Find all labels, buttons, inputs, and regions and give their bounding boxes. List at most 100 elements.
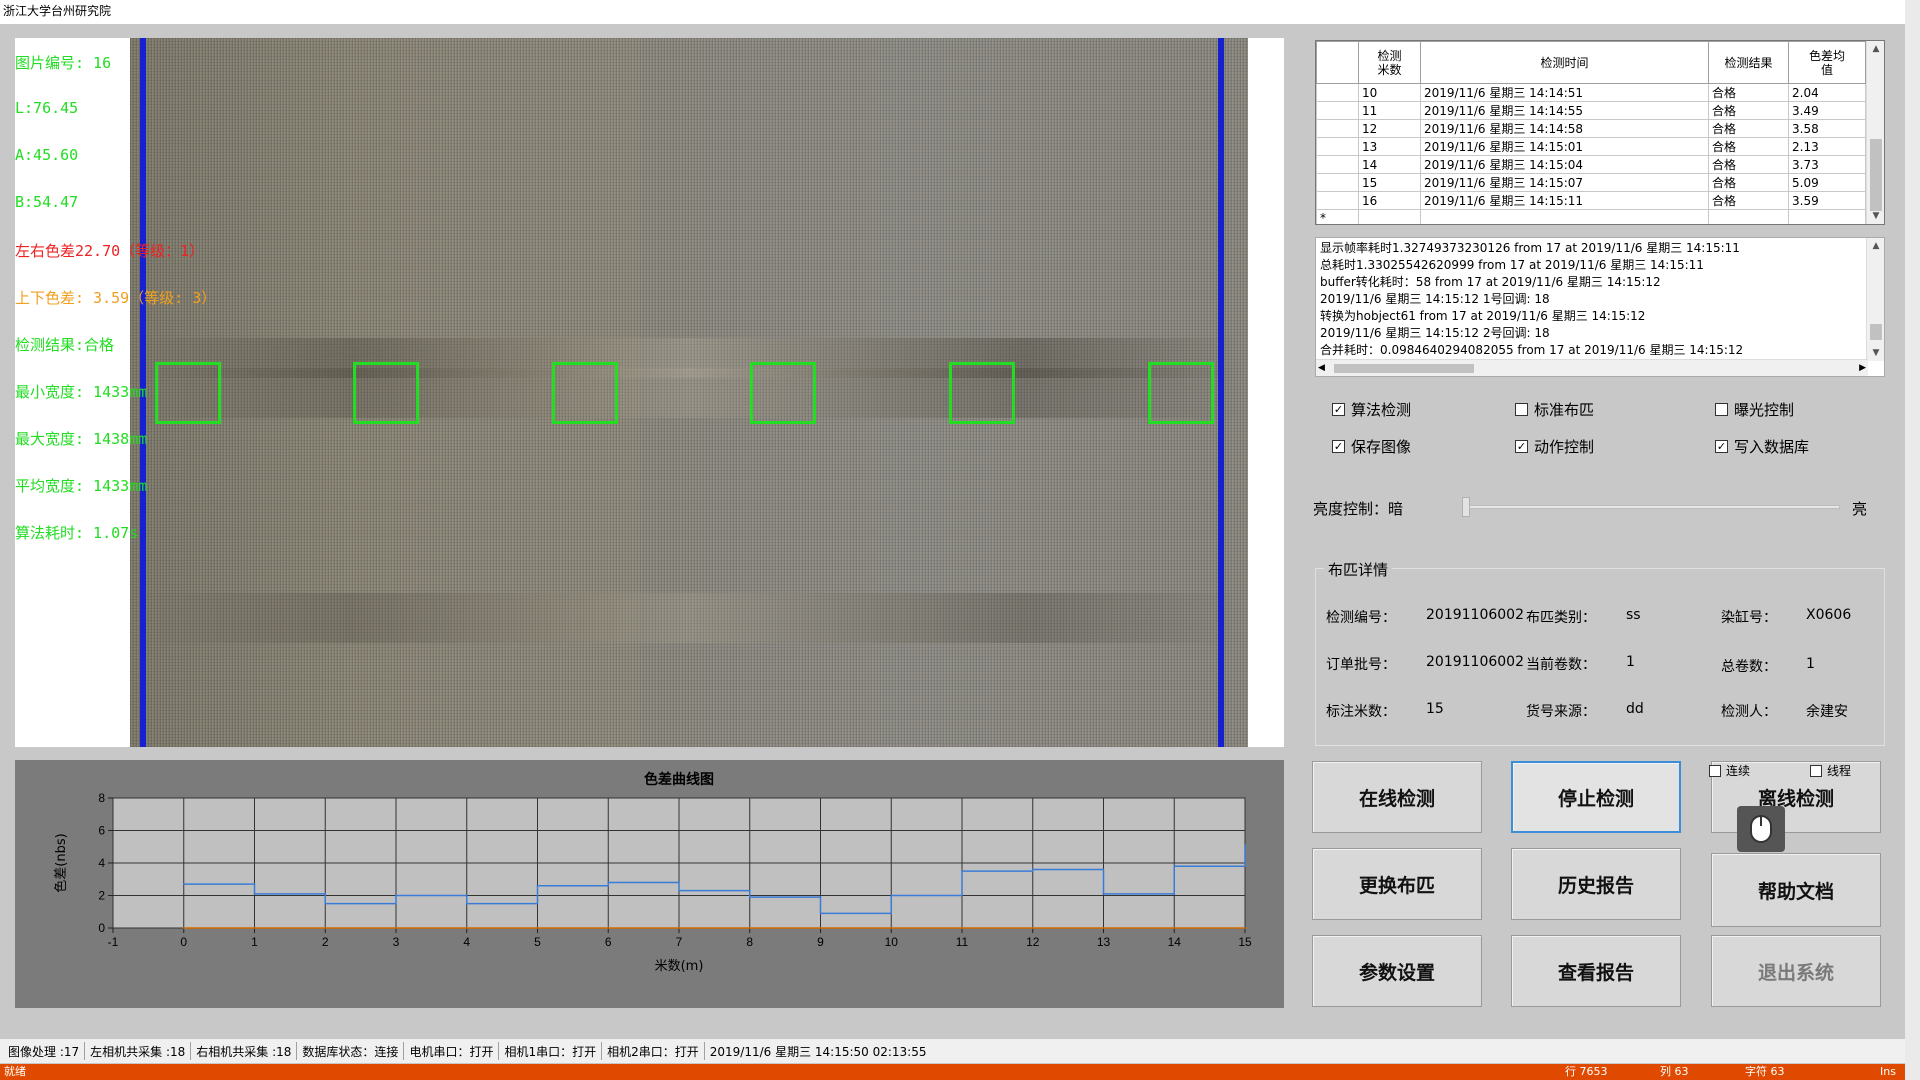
table-cell[interactable]: 2.04 — [1788, 83, 1866, 102]
checkbox-motion[interactable]: ✓ 动作控制 — [1515, 436, 1594, 457]
col-header-time[interactable]: 检测时间 — [1420, 41, 1709, 84]
row-header[interactable] — [1316, 137, 1359, 156]
online-detect-button[interactable]: 在线检测 — [1312, 761, 1482, 833]
table-cell[interactable]: 10 — [1358, 83, 1421, 102]
table-cell[interactable]: 合格 — [1708, 191, 1789, 210]
table-cell[interactable]: 12 — [1358, 119, 1421, 138]
checkbox-continuous[interactable]: 连续 — [1709, 762, 1750, 779]
checkbox-algo-detect[interactable]: ✓ 算法检测 — [1332, 399, 1411, 420]
table-cell[interactable]: 15 — [1358, 173, 1421, 192]
table-cell[interactable]: 13 — [1358, 137, 1421, 156]
scroll-left-icon[interactable]: ◀ — [1318, 360, 1325, 376]
status-item: 相机1串口：打开 — [504, 1044, 597, 1059]
scroll-up-icon[interactable]: ▲ — [1867, 41, 1884, 57]
checkbox-write-db[interactable]: ✓ 写入数据库 — [1715, 436, 1809, 457]
checkmark-icon[interactable]: ✓ — [1715, 440, 1728, 453]
change-cloth-button[interactable]: 更换布匹 — [1312, 848, 1482, 920]
row-header[interactable] — [1316, 119, 1359, 138]
col-header-result[interactable]: 检测结果 — [1708, 41, 1789, 84]
table-cell[interactable]: 3.58 — [1788, 119, 1866, 138]
table-row[interactable]: 13 2019/11/6 星期三 14:15:01 合格 2.13 — [1316, 137, 1866, 156]
data-point — [748, 896, 751, 898]
col-header-avg[interactable]: 色差均 值 — [1788, 41, 1866, 84]
detection-box — [949, 362, 1015, 424]
table-cell[interactable]: 11 — [1358, 101, 1421, 120]
checkbox-box[interactable] — [1715, 403, 1728, 416]
x-tick-label: 7 — [676, 935, 683, 949]
scroll-right-icon[interactable]: ▶ — [1859, 360, 1866, 376]
table-cell[interactable]: 2019/11/6 星期三 14:14:55 — [1420, 101, 1709, 120]
table-row[interactable]: 14 2019/11/6 星期三 14:15:04 合格 3.73 — [1316, 155, 1866, 174]
checkmark-icon[interactable]: ✓ — [1332, 440, 1345, 453]
col-header-meters[interactable]: 检测 米数 — [1358, 41, 1421, 84]
log-textbox[interactable]: 显示帧率耗时1.32749373230126 from 17 at 2019/1… — [1315, 237, 1885, 377]
row-header[interactable] — [1316, 191, 1359, 210]
table-cell[interactable]: 合格 — [1708, 83, 1789, 102]
table-cell[interactable]: 3.49 — [1788, 101, 1866, 120]
brightness-slider-track[interactable] — [1465, 505, 1840, 509]
scroll-down-icon[interactable]: ▼ — [1867, 345, 1884, 361]
table-row[interactable]: 10 2019/11/6 星期三 14:14:51 合格 2.04 — [1316, 83, 1866, 102]
table-row[interactable]: 11 2019/11/6 星期三 14:14:55 合格 3.49 — [1316, 101, 1866, 120]
checkbox-exposure[interactable]: 曝光控制 — [1715, 399, 1794, 420]
table-cell[interactable] — [1708, 209, 1789, 224]
table-cell[interactable]: 合格 — [1708, 101, 1789, 120]
grid-scrollbar[interactable]: ▲ ▼ — [1866, 41, 1884, 224]
table-cell[interactable]: 3.59 — [1788, 191, 1866, 210]
checkbox-box[interactable] — [1515, 403, 1528, 416]
table-cell[interactable] — [1358, 209, 1421, 224]
table-cell[interactable]: 2019/11/6 星期三 14:15:04 — [1420, 155, 1709, 174]
row-header[interactable] — [1316, 155, 1359, 174]
table-cell[interactable]: 16 — [1358, 191, 1421, 210]
row-header[interactable] — [1316, 101, 1359, 120]
table-cell[interactable] — [1420, 209, 1709, 224]
checkbox-save-image[interactable]: ✓ 保存图像 — [1332, 436, 1411, 457]
new-row[interactable]: * — [1316, 209, 1866, 224]
table-cell[interactable]: 2.13 — [1788, 137, 1866, 156]
stop-detect-button[interactable]: 停止检测 — [1511, 761, 1681, 833]
brightness-label: 亮度控制：暗 — [1313, 500, 1404, 518]
table-cell[interactable]: 合格 — [1708, 119, 1789, 138]
scroll-thumb[interactable] — [1870, 139, 1882, 211]
scroll-thumb[interactable] — [1870, 324, 1882, 340]
history-report-button[interactable]: 历史报告 — [1511, 848, 1681, 920]
detection-box — [552, 362, 618, 424]
overlay-line: L:76.45 — [15, 99, 79, 117]
table-cell[interactable]: 5.09 — [1788, 173, 1866, 192]
scroll-thumb[interactable] — [1334, 364, 1474, 373]
scroll-down-icon[interactable]: ▼ — [1867, 208, 1884, 224]
table-cell[interactable]: 合格 — [1708, 155, 1789, 174]
view-report-button[interactable]: 查看报告 — [1511, 935, 1681, 1007]
table-cell[interactable]: 2019/11/6 星期三 14:15:07 — [1420, 173, 1709, 192]
table-cell[interactable]: 2019/11/6 星期三 14:14:51 — [1420, 83, 1709, 102]
log-vscroll[interactable]: ▲ ▼ — [1866, 238, 1884, 361]
table-row[interactable]: 15 2019/11/6 星期三 14:15:07 合格 5.09 — [1316, 173, 1866, 192]
checkbox-std-cloth[interactable]: 标准布匹 — [1515, 399, 1594, 420]
scroll-up-icon[interactable]: ▲ — [1867, 238, 1884, 254]
checkbox-box[interactable] — [1810, 764, 1822, 777]
table-row[interactable]: 12 2019/11/6 星期三 14:14:58 合格 3.58 — [1316, 119, 1866, 138]
exit-system-button[interactable]: 退出系统 — [1711, 935, 1881, 1007]
table-cell[interactable]: 2019/11/6 星期三 14:15:11 — [1420, 191, 1709, 210]
table-cell[interactable]: 合格 — [1708, 173, 1789, 192]
table-cell[interactable] — [1788, 209, 1866, 224]
log-line: 转换为hobject61 from 17 at 2019/11/6 星期三 14… — [1320, 309, 1646, 323]
checkbox-box[interactable] — [1709, 764, 1721, 777]
checkbox-thread[interactable]: 线程 — [1810, 762, 1851, 779]
checkmark-icon[interactable]: ✓ — [1332, 403, 1345, 416]
result-grid[interactable]: 检测 米数 检测时间 检测结果 色差均 值 10 2019/11/6 星期三 14… — [1315, 40, 1885, 225]
table-cell[interactable]: 合格 — [1708, 137, 1789, 156]
brightness-slider-thumb[interactable] — [1462, 497, 1470, 517]
help-doc-button[interactable]: 帮助文档 — [1711, 853, 1881, 927]
table-row[interactable]: 16 2019/11/6 星期三 14:15:11 合格 3.59 — [1316, 191, 1866, 210]
checkmark-icon[interactable]: ✓ — [1515, 440, 1528, 453]
table-cell[interactable]: 2019/11/6 星期三 14:15:01 — [1420, 137, 1709, 156]
row-header[interactable] — [1316, 173, 1359, 192]
table-cell[interactable]: 3.73 — [1788, 155, 1866, 174]
param-settings-button[interactable]: 参数设置 — [1312, 935, 1482, 1007]
log-hscroll[interactable]: ◀ ▶ — [1316, 359, 1868, 376]
table-cell[interactable]: 14 — [1358, 155, 1421, 174]
table-cell[interactable]: 2019/11/6 星期三 14:14:58 — [1420, 119, 1709, 138]
status-separator — [601, 1042, 603, 1060]
row-header[interactable] — [1316, 83, 1359, 102]
